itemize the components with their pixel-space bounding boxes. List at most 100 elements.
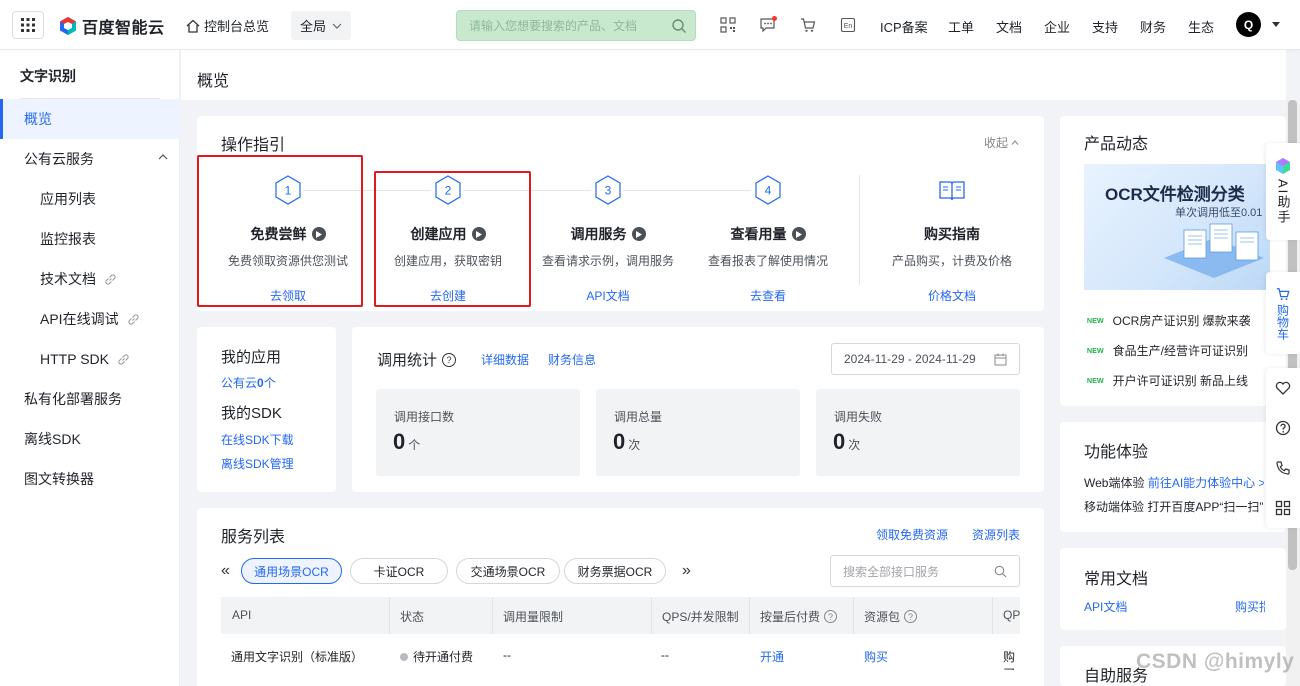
my-app-title: 我的应用: [221, 349, 282, 366]
chevron-up-icon: [1011, 140, 1019, 145]
stat-value: 0次: [613, 429, 640, 455]
console-home-link[interactable]: 控制台总览: [186, 16, 269, 35]
nav-docs[interactable]: 文档: [996, 17, 1022, 36]
cell-extra-clip: 购买: [993, 640, 1020, 670]
nav-ticket[interactable]: 工单: [948, 17, 974, 36]
call-stats-title: 调用统计 ?: [377, 349, 457, 370]
status-text: 待开通付费: [413, 650, 474, 664]
news-item-3[interactable]: NEW 开户许可证识别 新品上线: [1086, 372, 1248, 389]
stat-failed-calls: 调用失败 0次: [816, 389, 1020, 476]
help-icon[interactable]: ?: [904, 610, 918, 623]
col-header-label: QPS/并发限制: [662, 610, 739, 624]
language-icon[interactable]: En: [839, 16, 857, 34]
help-icon[interactable]: ?: [824, 610, 838, 623]
brand-logo[interactable]: 百度智能云: [58, 14, 165, 38]
guide-collapse-button[interactable]: 收起: [984, 134, 1019, 151]
sidebar-item-http-sdk[interactable]: HTTP SDK: [0, 339, 180, 379]
svg-text:4: 4: [765, 184, 772, 198]
col-header-package: 资源包?: [864, 608, 918, 625]
tab-finance-ocr[interactable]: 财务票据OCR: [564, 558, 666, 584]
page-header: 概览: [181, 50, 1286, 100]
public-cloud-app-count[interactable]: 公有云0个: [221, 374, 276, 391]
detail-data-link[interactable]: 详细数据: [481, 351, 529, 368]
nav-support[interactable]: 支持: [1092, 17, 1118, 36]
news-item-2[interactable]: NEW 食品生产/经营许可证识别: [1086, 342, 1248, 359]
step-name[interactable]: 调用服务: [528, 224, 688, 244]
cart-icon[interactable]: [799, 16, 817, 34]
col-header-qp: QP: [1003, 608, 1020, 622]
ai-assistant-button[interactable]: AI助手: [1266, 143, 1300, 240]
cart-icon: [1276, 287, 1290, 300]
sidebar-item-private-deploy[interactable]: 私有化部署服务: [0, 379, 180, 419]
my-sdk-title: 我的SDK: [221, 405, 282, 422]
sidebar-item-public-cloud[interactable]: 公有云服务: [0, 139, 180, 179]
offline-sdk-manage-link[interactable]: 离线SDK管理: [221, 455, 294, 472]
online-sdk-download-link[interactable]: 在线SDK下载: [221, 431, 294, 448]
nav-ecosystem[interactable]: 生态: [1188, 17, 1214, 36]
phone-icon[interactable]: [1275, 460, 1291, 476]
tabs-scroll-right-icon[interactable]: »: [682, 562, 691, 580]
web-trial-label: Web端体验: [1084, 476, 1145, 490]
banner-illustration-icon: [1164, 223, 1264, 278]
sidebar-item-api-debug[interactable]: API在线调试: [0, 299, 180, 339]
global-search-input[interactable]: 请输入您想要搜索的产品、文档: [456, 10, 696, 41]
finance-info-link[interactable]: 财务信息: [548, 351, 596, 368]
news-item-1[interactable]: NEW OCR房产证识别 爆款来袭: [1086, 312, 1251, 329]
tab-card-ocr[interactable]: 卡证OCR: [350, 558, 448, 584]
search-icon[interactable]: [671, 18, 687, 34]
app-grid-button[interactable]: [12, 11, 44, 39]
step-link-view[interactable]: 去查看: [688, 287, 848, 304]
resource-list-link[interactable]: 资源列表: [972, 526, 1020, 543]
enable-postpay-link[interactable]: 开通: [760, 648, 784, 665]
step-name[interactable]: 查看用量: [688, 224, 848, 244]
date-range-picker[interactable]: 2024-11-29 - 2024-11-29: [831, 343, 1020, 375]
sidebar-item-tech-docs[interactable]: 技术文档: [0, 259, 180, 299]
news-text: 开户许可证识别 新品上线: [1112, 374, 1249, 388]
doc-link-purchase[interactable]: 购买指: [1235, 598, 1265, 615]
sidebar-item-app-list[interactable]: 应用列表: [0, 179, 180, 219]
common-docs-title: 常用文档: [1084, 571, 1149, 588]
stat-total-calls: 调用总量 0次: [596, 389, 800, 476]
qrcode-icon[interactable]: [719, 16, 737, 34]
nav-enterprise[interactable]: 企业: [1044, 17, 1070, 36]
service-search-input[interactable]: 搜索全部接口服务: [830, 555, 1020, 587]
claim-free-resources-link[interactable]: 领取免费资源: [876, 526, 948, 543]
feature-trial-title: 功能体验: [1084, 444, 1149, 461]
sidebar-item-offline-sdk[interactable]: 离线SDK: [0, 419, 180, 459]
svg-text:En: En: [844, 23, 853, 30]
call-stats-title-label: 调用统计: [377, 352, 438, 369]
sidebar-item-overview[interactable]: 概览: [0, 99, 180, 139]
doc-link-api[interactable]: API文档: [1084, 598, 1127, 615]
sidebar-item-converter[interactable]: 图文转换器: [0, 459, 180, 499]
heart-icon[interactable]: [1275, 380, 1291, 396]
shopping-cart-button[interactable]: 购物车: [1266, 272, 1300, 354]
account-caret-icon[interactable]: [1272, 22, 1280, 27]
tab-general-ocr[interactable]: 通用场景OCR: [241, 558, 342, 584]
ai-experience-center-link[interactable]: 前往AI能力体验中心 >: [1148, 476, 1264, 490]
sidebar-item-label: 图文转换器: [24, 471, 94, 487]
play-icon[interactable]: [631, 227, 646, 241]
column-divider: [492, 597, 493, 634]
buy-package-link[interactable]: 购买: [864, 648, 888, 665]
stat-value: 0个: [393, 429, 420, 455]
grid-apps-icon[interactable]: [1275, 500, 1291, 516]
help-icon[interactable]: ?: [442, 352, 457, 367]
region-selector[interactable]: 全局: [291, 11, 351, 40]
page-title: 概览: [197, 73, 230, 90]
user-avatar[interactable]: Q: [1236, 12, 1261, 37]
price-docs-link[interactable]: 价格文档: [872, 287, 1032, 304]
nav-finance[interactable]: 财务: [1140, 17, 1166, 36]
service-search-placeholder: 搜索全部接口服务: [843, 564, 940, 579]
help-circle-icon[interactable]: [1275, 420, 1291, 436]
search-icon[interactable]: [994, 565, 1007, 578]
cell-call-limit: --: [503, 648, 511, 662]
product-news-banner[interactable]: OCR文件检测分类 单次调用低至0.01: [1084, 164, 1270, 290]
message-icon[interactable]: [759, 16, 777, 34]
sidebar-item-monitoring[interactable]: 监控报表: [0, 219, 180, 259]
play-icon[interactable]: [791, 227, 806, 241]
tabs-scroll-left-icon[interactable]: «: [221, 562, 230, 580]
nav-icp[interactable]: ICP备案: [880, 17, 928, 36]
step-link-api-docs[interactable]: API文档: [528, 287, 688, 304]
tab-traffic-ocr[interactable]: 交通场景OCR: [456, 558, 560, 584]
cell-qps-limit: --: [661, 648, 669, 662]
